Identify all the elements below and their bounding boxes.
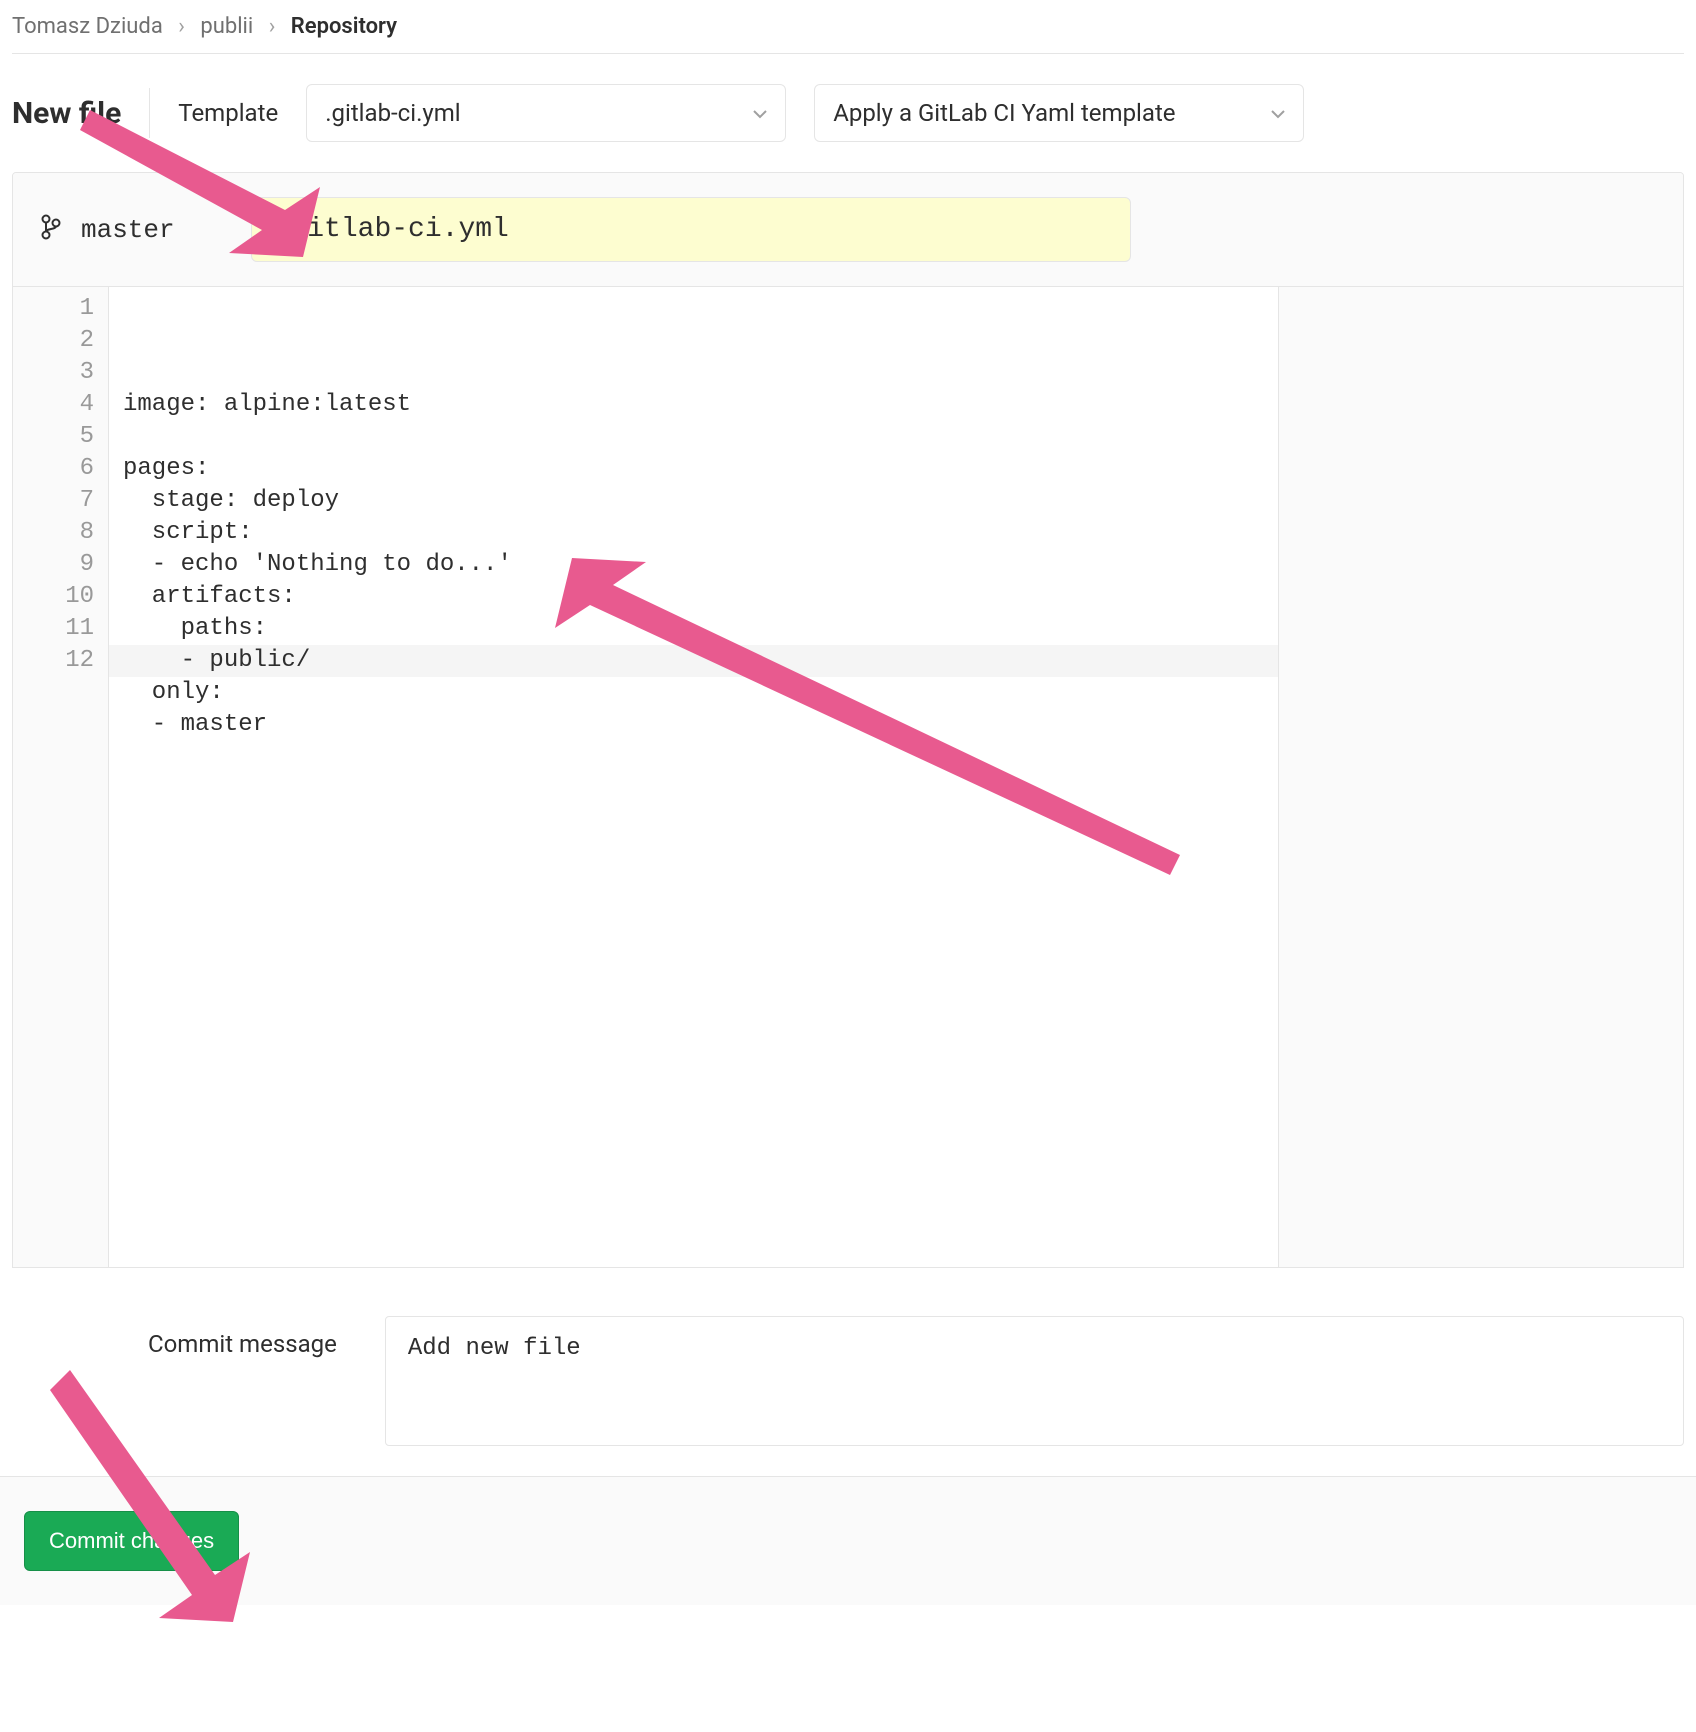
apply-template-dropdown[interactable]: Apply a GitLab CI Yaml template	[814, 84, 1304, 142]
editor-header: master	[13, 173, 1683, 287]
breadcrumb-page: Repository	[291, 14, 397, 39]
breadcrumb-separator: ›	[178, 14, 185, 39]
branch-icon	[41, 214, 61, 246]
line-number-gutter: 1 2 3 4 5 6 7 8 9 10 11 12	[13, 287, 109, 1267]
toolbar: New file Template .gitlab-ci.yml Apply a…	[12, 54, 1684, 172]
filename-input[interactable]	[251, 197, 1131, 262]
line-number: 12	[27, 645, 94, 677]
line-number: 7	[27, 485, 94, 517]
template-label: Template	[178, 99, 278, 127]
breadcrumb-owner[interactable]: Tomasz Dziuda	[12, 14, 163, 39]
breadcrumb-separator: ›	[269, 14, 276, 39]
line-number: 9	[27, 549, 94, 581]
divider	[149, 88, 150, 138]
line-number: 1	[27, 293, 94, 325]
apply-template-label: Apply a GitLab CI Yaml template	[833, 99, 1175, 127]
line-number: 3	[27, 357, 94, 389]
line-number: 8	[27, 517, 94, 549]
template-value: .gitlab-ci.yml	[325, 99, 460, 127]
chevron-down-icon	[753, 103, 767, 124]
code-content-area[interactable]: image: alpine:latest pages: stage: deplo…	[109, 287, 1278, 1267]
chevron-down-icon	[1271, 103, 1285, 124]
breadcrumb-project[interactable]: publii	[200, 14, 253, 39]
commit-message-row: Commit message	[12, 1308, 1684, 1476]
line-number: 11	[27, 613, 94, 645]
branch-name: master	[81, 215, 175, 245]
footer-actions: Commit changes	[0, 1476, 1696, 1605]
line-number: 5	[27, 421, 94, 453]
line-number: 6	[27, 453, 94, 485]
template-dropdown[interactable]: .gitlab-ci.yml	[306, 84, 786, 142]
commit-message-label: Commit message	[148, 1316, 337, 1358]
line-number: 4	[27, 389, 94, 421]
page-title: New file	[12, 96, 121, 131]
commit-changes-button[interactable]: Commit changes	[24, 1511, 239, 1571]
editor: master 1 2 3 4 5 6 7 8 9 10 11 12 image:…	[12, 172, 1684, 1268]
editor-side-panel	[1278, 287, 1683, 1267]
breadcrumb: Tomasz Dziuda › publii › Repository	[12, 0, 1684, 54]
code-editor[interactable]: 1 2 3 4 5 6 7 8 9 10 11 12 image: alpine…	[13, 287, 1683, 1267]
code-text: image: alpine:latest pages: stage: deplo…	[123, 389, 1264, 741]
line-number: 2	[27, 325, 94, 357]
commit-message-input[interactable]	[385, 1316, 1684, 1446]
line-number: 10	[27, 581, 94, 613]
